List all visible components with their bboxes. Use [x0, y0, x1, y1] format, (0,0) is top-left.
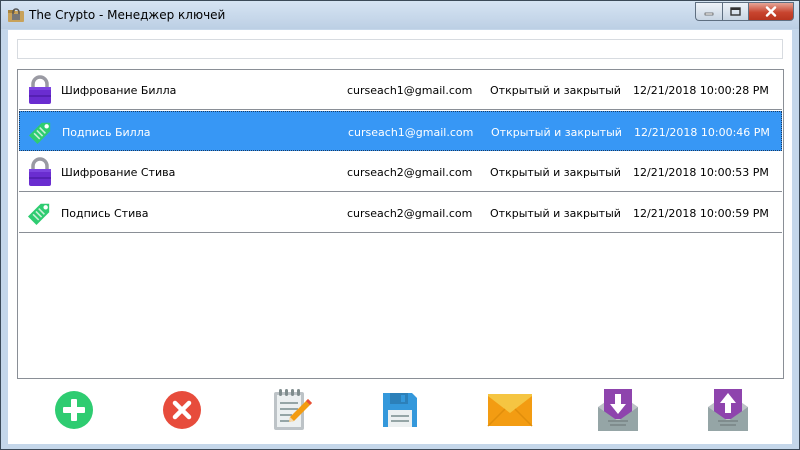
maximize-button[interactable] — [722, 2, 748, 21]
maximize-icon — [730, 7, 741, 16]
tag-icon — [27, 117, 55, 147]
minimize-button[interactable] — [695, 2, 722, 21]
app-window: The Crypto - Менеджер ключей Шифрование … — [0, 0, 800, 450]
mail-envelope-icon — [487, 394, 533, 427]
key-email: curseach2@gmail.com — [347, 166, 473, 179]
key-row[interactable]: Шифрование Стива curseach2@gmail.com Откры… — [19, 152, 782, 192]
edit-notepad-icon — [274, 389, 312, 430]
key-date: 12/21/2018 10:00:53 PM — [633, 166, 769, 179]
key-type: Открытый и закрытый — [490, 207, 621, 220]
lock-icon — [26, 157, 54, 187]
key-name: Подпись Билла — [62, 126, 151, 139]
save-floppy-icon — [383, 393, 417, 427]
add-icon — [55, 391, 93, 429]
send-mail-button[interactable] — [487, 387, 533, 433]
key-date: 12/21/2018 10:00:28 PM — [633, 84, 769, 97]
key-row[interactable]: Шифрование Билла curseach1@gmail.com Откры… — [19, 70, 782, 110]
minimize-icon — [704, 12, 714, 15]
key-email: curseach1@gmail.com — [348, 126, 474, 139]
search-input[interactable] — [17, 39, 783, 59]
delete-key-button[interactable] — [159, 387, 205, 433]
import-key-icon — [598, 389, 638, 431]
edit-key-button[interactable] — [269, 387, 315, 433]
window-title: The Crypto - Менеджер ключей — [29, 8, 226, 22]
save-key-button[interactable] — [377, 387, 423, 433]
close-icon — [765, 6, 777, 17]
key-name: Подпись Стива — [61, 207, 149, 220]
key-type: Открытый и закрытый — [490, 84, 621, 97]
lock-icon — [26, 75, 54, 105]
key-name: Шифрование Стива — [61, 166, 176, 179]
title-bar[interactable]: The Crypto - Менеджер ключей — [1, 1, 799, 29]
key-list[interactable]: Шифрование Билла curseach1@gmail.com Откры… — [17, 69, 784, 379]
window-controls — [695, 2, 794, 21]
export-key-icon — [708, 389, 748, 431]
folder-lock-icon — [8, 8, 24, 22]
export-key-button[interactable] — [705, 387, 751, 433]
tag-icon — [26, 198, 54, 228]
key-row[interactable]: Подпись Билла curseach1@gmail.com Открытый… — [19, 111, 782, 151]
key-type: Открытый и закрытый — [490, 166, 621, 179]
close-button[interactable] — [748, 2, 794, 21]
client-area: Шифрование Билла curseach1@gmail.com Откры… — [8, 30, 792, 444]
import-key-button[interactable] — [595, 387, 641, 433]
key-type: Открытый и закрытый — [491, 126, 622, 139]
key-email: curseach2@gmail.com — [347, 207, 473, 220]
add-key-button[interactable] — [51, 387, 97, 433]
key-date: 12/21/2018 10:00:46 PM — [634, 126, 770, 139]
key-email: curseach1@gmail.com — [347, 84, 473, 97]
delete-icon — [163, 391, 201, 429]
key-row[interactable]: Подпись Стива curseach2@gmail.com Открытый… — [19, 193, 782, 233]
key-name: Шифрование Билла — [61, 84, 177, 97]
key-date: 12/21/2018 10:00:59 PM — [633, 207, 769, 220]
